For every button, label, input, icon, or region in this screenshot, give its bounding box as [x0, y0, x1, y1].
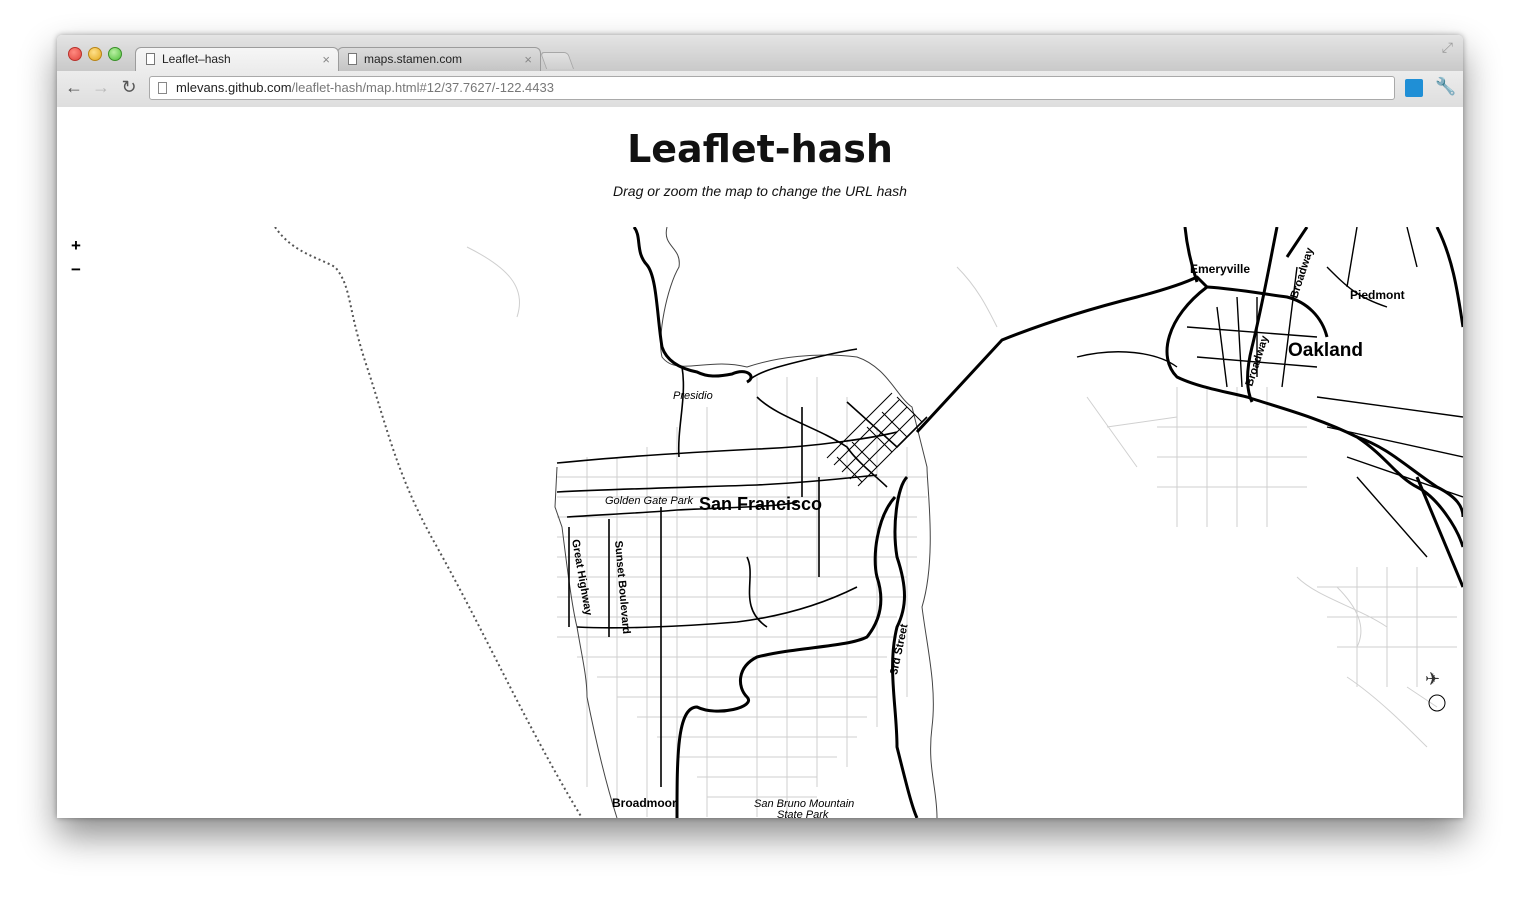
- map-label-san-francisco: San Francisco: [699, 494, 822, 514]
- tab-title: Leaflet–hash: [162, 52, 231, 66]
- map-label-broadway: Broadway: [1288, 245, 1316, 300]
- new-tab-button[interactable]: [539, 52, 575, 69]
- window-minimize-button[interactable]: [88, 47, 102, 61]
- address-bar[interactable]: mlevans.github.com/leaflet-hash/map.html…: [149, 76, 1395, 100]
- wrench-icon[interactable]: 🔧: [1435, 77, 1456, 97]
- map-label-presidio: Presidio: [673, 390, 713, 402]
- browser-window: Leaflet–hash × maps.stamen.com × ⤢ ← → ↻…: [57, 35, 1463, 818]
- back-arrow-icon[interactable]: ←: [64, 77, 84, 98]
- window-maximize-button[interactable]: [108, 47, 122, 61]
- url-host: mlevans.github.com: [176, 80, 292, 95]
- page-content: Leaflet-hash Drag or zoom the map to cha…: [57, 107, 1463, 818]
- reload-icon[interactable]: ↻: [119, 77, 139, 98]
- page-icon: [146, 53, 155, 65]
- tab-leaflet-hash[interactable]: Leaflet–hash ×: [135, 47, 339, 71]
- map-label-broadmoor: Broadmoor: [612, 796, 677, 810]
- map-label-sunset-boulevard: Sunset Boulevard: [612, 540, 632, 634]
- page-subtitle: Drag or zoom the map to change the URL h…: [613, 183, 907, 199]
- fullscreen-icon[interactable]: ⤢: [1442, 39, 1453, 56]
- browser-toolbar: ← → ↻ mlevans.github.com/leaflet-hash/ma…: [57, 71, 1463, 108]
- map-label-emeryville: Emeryville: [1190, 262, 1250, 276]
- map-label-golden-gate-park: Golden Gate Park: [605, 495, 694, 507]
- tab-strip: Leaflet–hash × maps.stamen.com × ⤢: [57, 35, 1463, 71]
- map-label-oakland: Oakland: [1288, 340, 1363, 361]
- zoom-in-button[interactable]: +: [67, 237, 85, 255]
- close-icon[interactable]: ×: [524, 48, 532, 71]
- zoom-out-button[interactable]: −: [67, 261, 85, 279]
- airport-icon: ✈: [1425, 669, 1440, 689]
- map-tiles: Presidio Golden Gate Park San Francisco …: [274, 227, 1463, 818]
- map-label-piedmont: Piedmont: [1350, 288, 1405, 302]
- tab-maps-stamen[interactable]: maps.stamen.com ×: [337, 47, 541, 71]
- close-icon[interactable]: ×: [322, 48, 330, 71]
- page-title: Leaflet-hash: [627, 127, 893, 171]
- extension-icon[interactable]: [1405, 79, 1423, 97]
- map[interactable]: Presidio Golden Gate Park San Francisco …: [57, 227, 1463, 818]
- tab-title: maps.stamen.com: [364, 52, 463, 66]
- page-icon: [158, 82, 167, 94]
- url-path: /leaflet-hash/map.html#12/37.7627/-122.4…: [291, 80, 554, 95]
- page-icon: [348, 53, 357, 65]
- map-label-state-park: State Park: [777, 809, 829, 818]
- forward-arrow-icon[interactable]: →: [91, 77, 111, 98]
- window-close-button[interactable]: [68, 47, 82, 61]
